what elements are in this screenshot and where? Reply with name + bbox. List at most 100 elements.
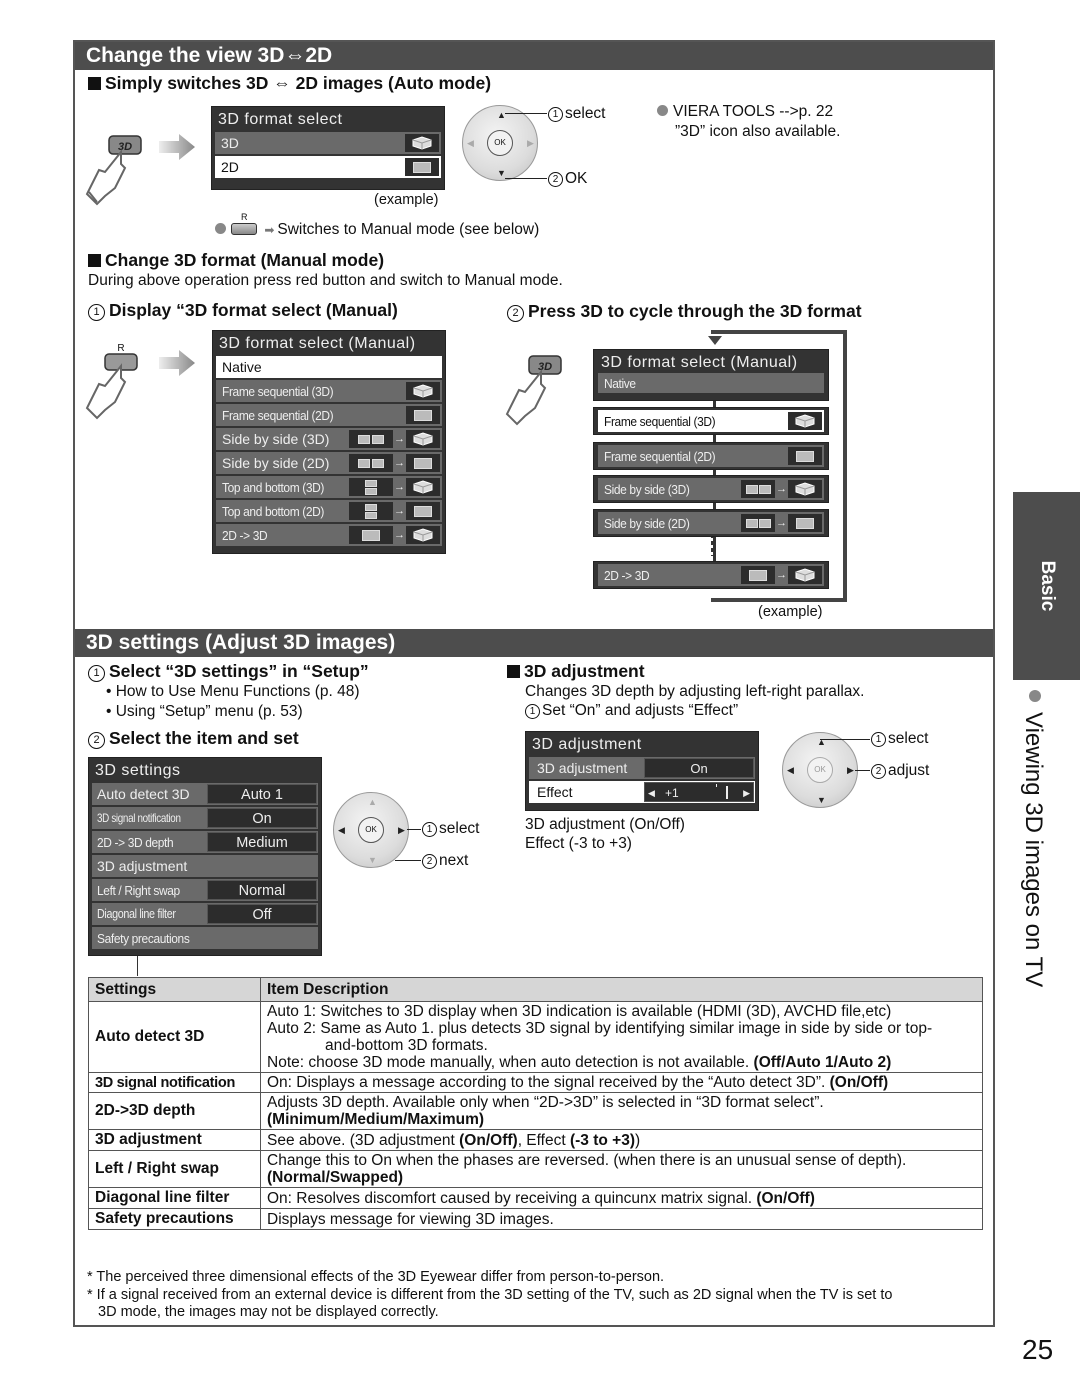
connector-line xyxy=(137,956,138,976)
page-frame: Change the view 3D⇔2D Simply switches 3D… xyxy=(73,40,995,1327)
col-description: Item Description xyxy=(260,977,983,1002)
osd-cycle-sbs-3d[interactable]: Side by side (3D) → xyxy=(593,475,829,503)
up-arrow-icon[interactable]: ▲ xyxy=(368,797,377,807)
remote-dpad[interactable]: ▲ ▼ ◀ ▶ OK xyxy=(333,792,409,868)
table-row: 3D adjustment See above. (3D adjustment … xyxy=(88,1129,983,1151)
example-caption: (example) xyxy=(758,604,823,620)
cube-3d-icon xyxy=(406,382,440,400)
settings-description-table: Settings Item Description Auto detect 3D… xyxy=(88,977,983,1230)
side-by-side-icon xyxy=(349,430,393,448)
step-display-manual: 1 Display “3D format select (Manual) xyxy=(88,300,398,321)
osd-cycle-frame-seq-3d[interactable]: Frame sequential (3D) xyxy=(593,407,829,435)
osd-option-2d[interactable]: 2D xyxy=(215,156,441,178)
top-bottom-icon xyxy=(349,502,393,520)
hand-press-3d-button-icon: 3D xyxy=(505,355,562,426)
label-select: 1 select xyxy=(548,105,606,123)
remote-dpad[interactable]: ▲ ▼ ◀ ▶ OK xyxy=(782,732,858,808)
left-arrow-icon: ◀ xyxy=(648,788,655,798)
up-arrow-icon[interactable]: ▲ xyxy=(497,110,506,120)
osd-option-frame-seq-2d[interactable]: Frame sequential (2D) xyxy=(216,404,442,426)
ok-button[interactable]: OK xyxy=(807,757,833,783)
top-bottom-icon xyxy=(349,478,393,496)
adjust-note-onoff: 3D adjustment (On/Off) xyxy=(525,816,685,833)
osd-option-sbs-3d[interactable]: Side by side (3D) → xyxy=(216,428,442,450)
col-settings: Settings xyxy=(88,977,261,1002)
setting-auto-detect-3d[interactable]: Auto detect 3D Auto 1 xyxy=(92,783,318,805)
label-select: 1 select xyxy=(422,820,480,838)
osd-3d-settings: 3D settings Auto detect 3D Auto 1 3D sign… xyxy=(88,757,322,956)
osd-cycle-sbs-2d[interactable]: Side by side (2D) → xyxy=(593,509,829,537)
right-arrow-icon[interactable]: ▶ xyxy=(527,138,534,149)
arrow-right-icon xyxy=(159,350,195,376)
effect-slider[interactable]: ◀ +1 ▶ xyxy=(644,782,754,802)
osd-option-tb-3d[interactable]: Top and bottom (3D) → xyxy=(216,476,442,498)
hand-press-red-button-icon: R xyxy=(85,343,138,420)
table-header-row: Settings Item Description xyxy=(88,977,983,1002)
osd-option-2d-to-3d[interactable]: 2D -> 3D → xyxy=(216,524,442,546)
setting-safety-precautions[interactable]: Safety precautions xyxy=(92,927,318,949)
heading-manual-mode: Change 3D format (Manual mode) xyxy=(88,250,384,271)
svg-text:3D: 3D xyxy=(118,141,132,153)
flat-2d-icon xyxy=(788,514,822,532)
right-arrow-icon[interactable]: ▶ xyxy=(847,765,854,776)
table-row: 3D signal notification On: Displays a me… xyxy=(88,1072,983,1093)
osd-option-native[interactable]: Native xyxy=(598,373,824,393)
side-tab-basic[interactable]: Basic xyxy=(1013,492,1080,680)
adjust-row-effect[interactable]: Effect ◀ +1 ▶ xyxy=(529,781,755,803)
osd-option-frame-seq-3d[interactable]: Frame sequential (3D) xyxy=(216,380,442,402)
osd-title: 3D format select (Manual) xyxy=(601,354,798,371)
left-arrow-icon[interactable]: ◀ xyxy=(787,765,794,776)
adjust-step: 1 Set “On” and adjusts “Effect” xyxy=(525,702,738,720)
osd-option-tb-2d[interactable]: Top and bottom (2D) → xyxy=(216,500,442,522)
step-select-3d-settings: 1 Select “3D settings” in “Setup” xyxy=(88,661,369,682)
side-chapter-label: Viewing 3D images on TV xyxy=(1019,690,1047,987)
osd-title: 3D settings xyxy=(95,762,181,779)
setting-3d-adjustment[interactable]: 3D adjustment xyxy=(92,855,318,877)
effect-level-marker xyxy=(726,786,729,799)
cube-3d-icon xyxy=(406,526,440,544)
setting-2d-3d-depth[interactable]: 2D -> 3D depth Medium xyxy=(92,831,318,853)
red-button-icon xyxy=(231,212,257,235)
osd-cycle-2d-to-3d[interactable]: 2D -> 3D → xyxy=(593,561,829,589)
label-adjust: 2 adjust xyxy=(871,762,929,780)
ok-button[interactable]: OK xyxy=(358,817,384,843)
setting-diagonal-line-filter[interactable]: Diagonal line filter Off xyxy=(92,903,318,925)
heading-auto-mode: Simply switches 3D ⇔ 2D images (Auto mod… xyxy=(88,73,491,94)
ok-button[interactable]: OK xyxy=(487,130,513,156)
setting-3d-signal-notification[interactable]: 3D signal notification On xyxy=(92,807,318,829)
note-viera-tools: VIERA TOOLS -->p. 22 xyxy=(657,103,833,121)
effect-center-tick xyxy=(716,784,717,787)
osd-option-3d[interactable]: 3D xyxy=(215,132,441,154)
osd-3d-adjustment: 3D adjustment 3D adjustment On Effect ◀ +… xyxy=(525,731,759,811)
adjust-desc: Changes 3D depth by adjusting left-right… xyxy=(525,683,865,700)
manual-mode-desc: During above operation press red button … xyxy=(88,272,563,289)
note-red-button: ➡Switches to Manual mode (see below) xyxy=(215,212,539,239)
down-arrow-icon[interactable]: ▼ xyxy=(497,168,506,178)
cube-3d-icon xyxy=(406,478,440,496)
hand-press-3d-button-icon: 3D xyxy=(85,135,142,206)
osd-cycle-frame-seq-2d[interactable]: Frame sequential (2D) xyxy=(593,442,829,470)
osd-cycle-menu: 3D format select (Manual) Native xyxy=(593,349,829,401)
cube-3d-icon xyxy=(405,134,439,152)
footnote: * The perceived three dimensional effect… xyxy=(87,1269,665,1285)
down-arrow-icon[interactable]: ▼ xyxy=(368,855,377,865)
step-select-item: 2 Select the item and set xyxy=(88,728,299,749)
adjust-row-onoff[interactable]: 3D adjustment On xyxy=(529,757,755,779)
table-row: 2D->3D depth Adjusts 3D depth. Available… xyxy=(88,1092,983,1130)
right-arrow-icon[interactable]: ▶ xyxy=(398,825,405,836)
side-by-side-icon xyxy=(741,514,775,532)
osd-option-native[interactable]: Native xyxy=(216,356,442,378)
osd-option-sbs-2d[interactable]: Side by side (2D) → xyxy=(216,452,442,474)
flat-2d-icon xyxy=(406,502,440,520)
flat-2d-icon xyxy=(406,406,440,424)
down-arrow-icon[interactable]: ▼ xyxy=(817,795,826,805)
left-arrow-icon[interactable]: ◀ xyxy=(338,825,345,836)
svg-text:3D: 3D xyxy=(538,361,552,373)
left-arrow-icon[interactable]: ◀ xyxy=(467,138,474,149)
setting-left-right-swap[interactable]: Left / Right swap Normal xyxy=(92,879,318,901)
cube-3d-icon xyxy=(788,480,822,498)
label-select: 1 select xyxy=(871,730,929,748)
footnote: * If a signal received from an external … xyxy=(87,1287,893,1303)
table-row: Left / Right swap Change this to On when… xyxy=(88,1150,983,1188)
remote-dpad[interactable]: ▲ ▼ ◀ ▶ OK xyxy=(462,105,538,181)
